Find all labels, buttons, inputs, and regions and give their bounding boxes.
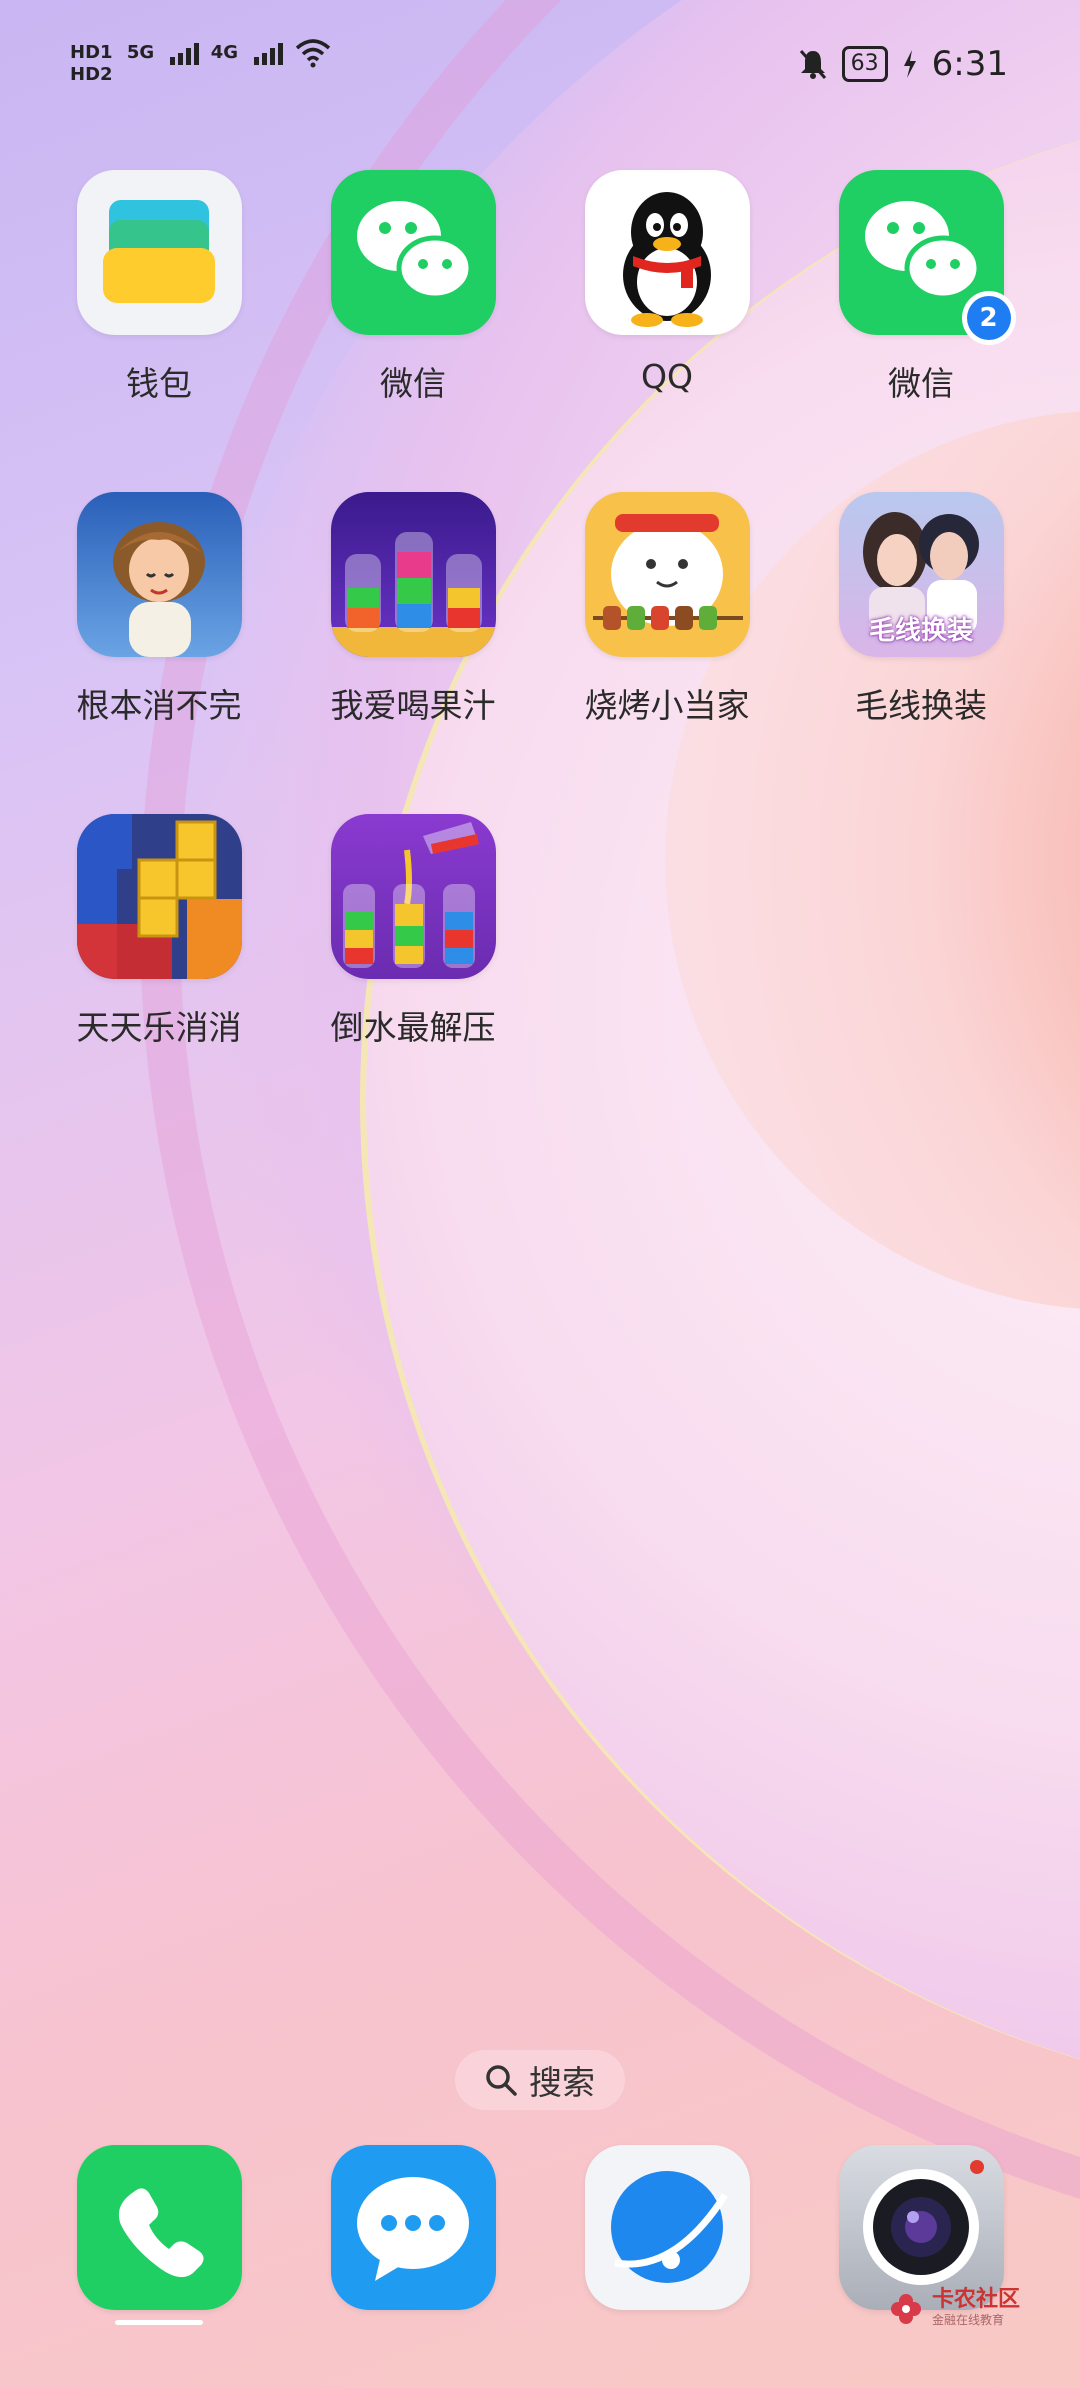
- wifi-icon: [295, 39, 330, 68]
- search-label: 搜索: [529, 2063, 595, 2102]
- qq-penguin-icon: [584, 170, 750, 335]
- app-label: 倒水最解压: [330, 1008, 496, 1047]
- couple-dressup-icon: 毛线换装: [838, 492, 1004, 657]
- dock-browser[interactable]: [540, 2145, 794, 2310]
- flower-logo-icon: [890, 2293, 921, 2324]
- clock: 6:31: [931, 44, 1008, 84]
- app-label: QQ: [641, 357, 693, 396]
- signal-icon: [254, 43, 284, 65]
- icon-title-text: 毛线换装: [868, 616, 973, 646]
- app-wechat-clone[interactable]: 2 微信: [794, 170, 1048, 405]
- app-dressup[interactable]: 毛线换装 毛线换装: [794, 492, 1048, 727]
- browser-globe-icon: [584, 2145, 750, 2310]
- app-juice[interactable]: 我爱喝果汁: [286, 492, 540, 727]
- message-bubble-icon: [330, 2145, 496, 2310]
- watermark-title: 卡农社区: [931, 2287, 1020, 2312]
- wechat-icon: 2: [838, 170, 1016, 345]
- signal-indicators: HD1 5G 4G HD2: [70, 38, 331, 85]
- wallet-icon: [76, 170, 242, 335]
- app-label: 我爱喝果汁: [330, 686, 496, 725]
- watermark: 卡农社区 金融在线教育: [888, 2289, 1020, 2328]
- app-label: 天天乐消消: [76, 1008, 242, 1047]
- app-water-sort[interactable]: 倒水最解压: [286, 814, 540, 1049]
- app-label: 钱包: [126, 364, 192, 403]
- app-genben[interactable]: 根本消不完: [32, 492, 286, 727]
- search-icon: [486, 2065, 517, 2096]
- block-puzzle-icon: [76, 814, 242, 979]
- app-blocks[interactable]: 天天乐消消: [32, 814, 286, 1049]
- camera-icon: [838, 2145, 1004, 2310]
- mute-bell-icon: [799, 50, 826, 79]
- search-pill[interactable]: 搜索: [455, 2050, 625, 2110]
- phone-icon: [76, 2145, 242, 2310]
- app-label: 微信: [888, 364, 954, 403]
- dock-page-indicator: [115, 2320, 203, 2325]
- clone-badge: 2: [961, 291, 1016, 345]
- app-label: 根本消不完: [76, 686, 242, 725]
- battery-level: 63: [841, 46, 888, 82]
- app-wechat[interactable]: 微信: [286, 170, 540, 405]
- app-label: 毛线换装: [855, 686, 987, 725]
- app-label: 烧烤小当家: [584, 686, 750, 725]
- status-bar: HD1 5G 4G HD2 63 6:31: [0, 0, 1080, 130]
- signal-icon: [170, 43, 200, 65]
- app-bbq[interactable]: 烧烤小当家: [540, 492, 794, 727]
- water-sort-icon: [330, 814, 496, 979]
- juice-bottles-icon: [330, 492, 496, 657]
- app-qq[interactable]: QQ: [540, 170, 794, 396]
- wechat-icon: [330, 170, 496, 335]
- 4g-label: 4G: [210, 42, 238, 63]
- 5g-label: 5G: [126, 42, 155, 63]
- app-label: 微信: [380, 364, 446, 403]
- app-wallet[interactable]: 钱包: [32, 170, 286, 405]
- cartoon-girl-icon: [76, 492, 242, 657]
- dock-messages[interactable]: [286, 2145, 540, 2310]
- watermark-subtitle: 金融在线教育: [931, 2313, 1004, 2327]
- dock-phone[interactable]: [32, 2145, 286, 2310]
- hd1-label: HD1: [70, 42, 113, 63]
- charging-icon: [903, 50, 916, 78]
- dock-camera[interactable]: [794, 2145, 1048, 2310]
- bbq-chef-icon: [584, 492, 750, 657]
- hd2-label: HD2: [70, 64, 113, 85]
- clone-badge-number: 2: [966, 296, 1011, 340]
